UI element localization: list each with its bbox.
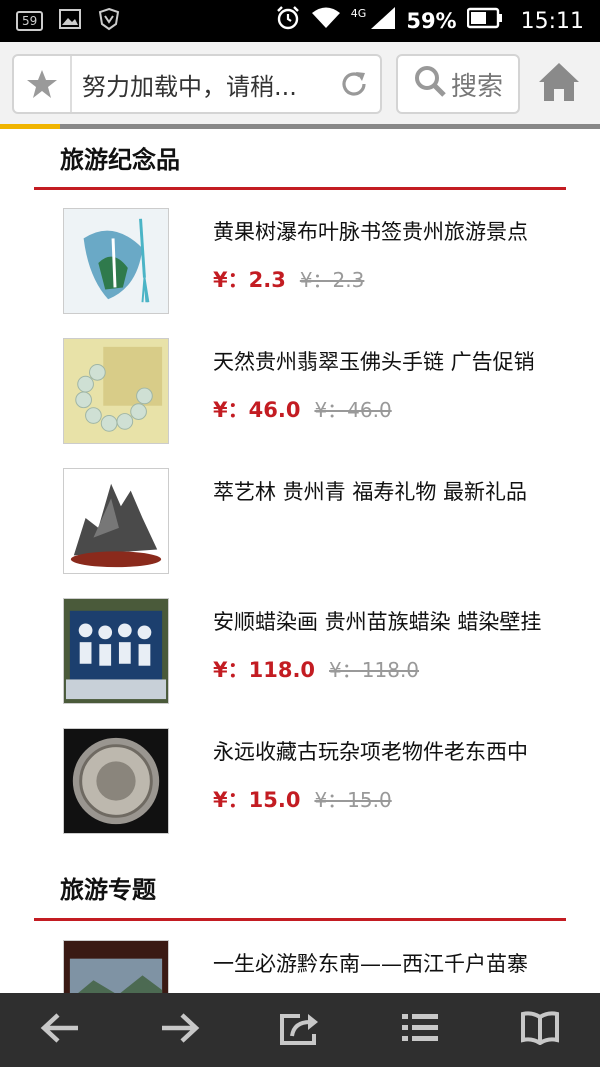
bookmarks-button[interactable]: [505, 1000, 575, 1060]
status-bar: 59 4G 59% 15:11: [0, 0, 600, 42]
current-price: ¥：15.0: [213, 788, 301, 812]
product-thumbnail[interactable]: [63, 338, 169, 444]
product-title[interactable]: 安顺蜡染画 贵州苗族蜡染 蜡染壁挂: [213, 606, 545, 636]
forward-arrow-icon: [160, 1011, 200, 1049]
share-button[interactable]: [265, 1000, 335, 1060]
home-button[interactable]: [534, 54, 584, 114]
search-button[interactable]: 搜索: [396, 54, 520, 114]
shield-notification-icon: [97, 7, 121, 35]
section-divider: [34, 187, 566, 190]
section-title-souvenirs: 旅游纪念品: [60, 146, 180, 174]
section-divider: [34, 918, 566, 921]
forward-button[interactable]: [145, 1000, 215, 1060]
list-item[interactable]: 天然贵州翡翠玉佛头手链 广告促销 ¥：46.0 ¥：46.0: [63, 338, 600, 444]
original-price: ¥：46.0: [314, 398, 392, 422]
original-price: ¥：15.0: [314, 788, 392, 812]
topic-title[interactable]: 一生必游黔东南——西江千户苗寨: [213, 948, 545, 978]
reload-icon[interactable]: [328, 68, 380, 100]
home-icon: [537, 61, 581, 107]
image-notification-icon: [59, 9, 82, 33]
notification-count-badge: 59: [16, 11, 44, 31]
clock: 15:11: [520, 8, 584, 34]
product-thumbnail[interactable]: [63, 598, 169, 704]
network-type: 4G: [350, 6, 367, 20]
share-icon: [278, 1010, 322, 1050]
current-price: ¥：118.0: [213, 658, 316, 682]
address-bar[interactable]: 努力加载中，请稍...: [12, 54, 382, 114]
product-prices: ¥：2.3 ¥：2.3: [213, 264, 364, 294]
battery-icon: [466, 7, 503, 35]
address-text[interactable]: 努力加载中，请稍...: [72, 67, 328, 102]
menu-icon: [400, 1012, 440, 1048]
original-price: ¥：2.3: [299, 268, 365, 292]
menu-button[interactable]: [385, 1000, 455, 1060]
list-item[interactable]: 安顺蜡染画 贵州苗族蜡染 蜡染壁挂 ¥：118.0 ¥：118.0: [63, 598, 600, 704]
list-item[interactable]: 一生必游黔东南——西江千户苗寨: [63, 940, 600, 993]
bottom-nav-bar: [0, 993, 600, 1067]
bookmark-star-icon[interactable]: [14, 56, 72, 112]
list-item[interactable]: 萃艺林 贵州青 福寿礼物 最新礼品: [63, 468, 600, 574]
search-icon: [413, 64, 447, 105]
product-thumbnail[interactable]: [63, 468, 169, 574]
section-title-topics: 旅游专题: [60, 876, 156, 904]
search-label: 搜索: [450, 71, 503, 102]
product-title[interactable]: 天然贵州翡翠玉佛头手链 广告促销: [213, 346, 545, 376]
product-title[interactable]: 黄果树瀑布叶脉书签贵州旅游景点: [213, 216, 545, 246]
battery-percent: 59%: [406, 9, 457, 33]
back-button[interactable]: [25, 1000, 95, 1060]
current-price: ¥：46.0: [213, 398, 301, 422]
browser-toolbar: 努力加载中，请稍... 搜索: [0, 42, 600, 126]
bookmarks-icon: [520, 1011, 560, 1049]
current-price: ¥：2.3: [213, 268, 286, 292]
product-title[interactable]: 永远收藏古玩杂项老物件老东西中: [213, 736, 545, 766]
page-content[interactable]: 旅游纪念品 黄果树瀑布叶脉书签贵州旅游景点 ¥：2.3 ¥：2.3 天然贵州翡翠…: [0, 129, 600, 993]
signal-icon: [370, 6, 396, 36]
product-prices: ¥：46.0 ¥：46.0: [213, 394, 392, 424]
product-prices: ¥：15.0 ¥：15.0: [213, 784, 392, 814]
product-thumbnail[interactable]: [63, 208, 169, 314]
original-price: ¥：118.0: [329, 658, 420, 682]
list-item[interactable]: 永远收藏古玩杂项老物件老东西中 ¥：15.0 ¥：15.0: [63, 728, 600, 834]
back-arrow-icon: [40, 1011, 80, 1049]
list-item[interactable]: 黄果树瀑布叶脉书签贵州旅游景点 ¥：2.3 ¥：2.3: [63, 208, 600, 314]
product-title[interactable]: 萃艺林 贵州青 福寿礼物 最新礼品: [213, 476, 545, 506]
alarm-icon: [275, 5, 301, 37]
product-prices: ¥：118.0 ¥：118.0: [213, 654, 419, 684]
topic-thumbnail[interactable]: [63, 940, 169, 993]
wifi-icon: [311, 6, 341, 36]
product-thumbnail[interactable]: [63, 728, 169, 834]
